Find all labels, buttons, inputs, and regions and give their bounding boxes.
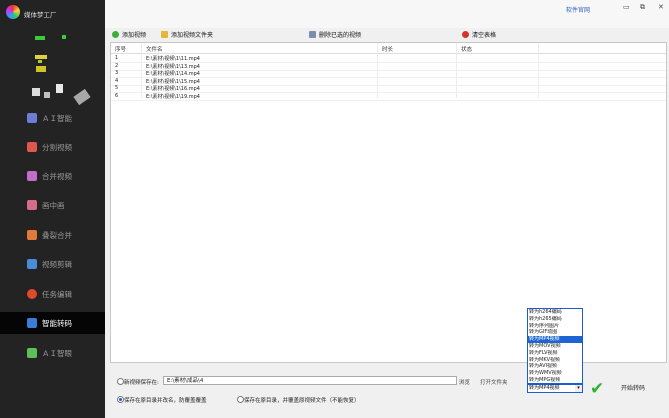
merge-icon — [27, 171, 37, 181]
sidebar-item-label: ＡＩ智眼 — [42, 348, 72, 358]
website-link[interactable]: 软件官网 — [566, 5, 590, 14]
row-index: 4 — [115, 77, 119, 84]
delete-selected-label: 删除已选的视频 — [319, 32, 362, 39]
clear-list-button[interactable]: 清空表格 — [462, 30, 496, 39]
split-icon — [27, 142, 37, 152]
sidebar-item-transcode[interactable]: 智能转码 — [0, 312, 105, 334]
save-to-label: 新视频保存在: — [124, 380, 159, 386]
open-folder-button[interactable]: 打开文件夹 — [480, 378, 508, 386]
format-option[interactable]: 转为MKV视频 — [528, 357, 582, 364]
add-icon — [112, 31, 119, 38]
format-option[interactable]: 转为FLV视频 — [528, 350, 582, 357]
format-option[interactable]: 转为WMV视频 — [528, 370, 582, 377]
sidebar-item-pip[interactable]: 画中画 — [0, 194, 105, 216]
row-index: 1 — [115, 55, 119, 61]
header-filename: 文件名 — [146, 47, 163, 53]
robot-icon — [27, 113, 37, 123]
sidebar-item-label: 视频剪辑 — [42, 259, 72, 269]
sidebar-item-ai[interactable]: ＡＩ智能 — [0, 107, 105, 129]
row-index: 3 — [115, 70, 119, 76]
format-select[interactable]: 转为MP4视频 ▾ — [527, 384, 583, 393]
add-folder-button[interactable]: 添加视频文件夹 — [161, 30, 213, 39]
folder-icon — [161, 31, 168, 38]
delete-selected-button[interactable]: 删除已选的视频 — [309, 30, 361, 39]
replace-option-label: 保存在原目录，并覆盖原视频文件（不能恢复） — [244, 398, 360, 404]
sidebar-item-label: 合并视频 — [42, 171, 72, 181]
format-dropdown-list[interactable]: 转为h264编码 转为h265编码 转为序列图片 转为GIF动图 转为MP4视频 转为MO… — [527, 308, 583, 384]
pip-icon — [27, 200, 37, 210]
minimize-icon[interactable]: ▭ — [623, 3, 630, 11]
file-table[interactable]: 序号 文件名 时长 状态 1 E:\素材\视频\1\11.mp4 2 E:\素材\视频… — [110, 42, 667, 363]
sidebar-item-edit[interactable]: 视频剪辑 — [0, 253, 105, 275]
add-video-label: 添加视频 — [122, 32, 147, 39]
format-option[interactable]: 转为AVI视频 — [528, 363, 582, 370]
rename-radio[interactable] — [117, 396, 124, 403]
chevron-down-icon: ▾ — [575, 385, 582, 392]
format-option[interactable]: 转为h265编码 — [528, 316, 582, 323]
sidebar-item-task[interactable]: 任务编辑 — [0, 283, 105, 305]
sidebar-item-label: 智能转码 — [42, 318, 72, 328]
sidebar-item-split[interactable]: 分割视频 — [0, 136, 105, 158]
header-status: 状态 — [461, 47, 473, 53]
add-video-button[interactable]: 添加视频 — [112, 30, 146, 39]
sidebar-item-eye[interactable]: ＡＩ智眼 — [0, 342, 105, 364]
replace-radio[interactable] — [237, 396, 244, 403]
browse-button[interactable]: 浏览 — [459, 378, 470, 386]
app-title: 媒体梦工厂 — [24, 11, 57, 19]
app-logo — [6, 5, 20, 19]
rename-option-label: 保存在原目录并改名，防覆盖覆盖 — [124, 398, 207, 404]
save-path-input[interactable]: E:\素材\成品\4 — [163, 376, 457, 385]
header-index: 序号 — [115, 47, 127, 53]
toolbar: 添加视频 添加视频文件夹 删除已选的视频 清空表格 — [105, 28, 669, 42]
table-row[interactable]: 6 E:\素材\视频\1\19.mp4 — [111, 92, 666, 101]
add-folder-label: 添加视频文件夹 — [171, 32, 214, 39]
row-index: 5 — [115, 85, 119, 91]
clear-list-label: 清空表格 — [472, 32, 497, 39]
eye-icon — [27, 348, 37, 358]
sidebar: 媒体梦工厂 ＡＩ智能 分割视频 合并视频 画中画 叠裂合并 视频剪辑 任务编辑 — [0, 0, 105, 418]
format-option[interactable]: 转为h264编码 — [528, 309, 582, 316]
sidebar-item-label: 叠裂合并 — [42, 230, 72, 240]
start-check-icon[interactable]: ✔ — [590, 379, 604, 399]
close-icon[interactable]: ✕ — [658, 3, 664, 11]
edit-icon — [27, 259, 37, 269]
stack-icon — [27, 230, 37, 240]
format-option[interactable]: 转为MP4视频 — [528, 336, 582, 343]
restore-icon[interactable]: ⧉ — [640, 3, 645, 12]
header-duration: 时长 — [382, 47, 394, 53]
table-header: 序号 文件名 时长 状态 — [111, 43, 666, 54]
sidebar-item-merge[interactable]: 合并视频 — [0, 165, 105, 187]
sidebar-item-label: ＡＩ智能 — [42, 113, 72, 123]
format-select-value: 转为MP4视频 — [529, 385, 560, 391]
format-option[interactable]: 转为MPG视频 — [528, 377, 582, 384]
start-transcode-button[interactable]: 开始转码 — [621, 383, 645, 392]
format-option[interactable]: 转为MOV视频 — [528, 343, 582, 350]
title-bar: 软件官网 ▭ ⧉ ✕ — [105, 0, 669, 28]
delete-icon — [309, 31, 316, 38]
task-icon — [27, 289, 37, 299]
row-index: 2 — [115, 62, 119, 69]
sidebar-item-label: 分割视频 — [42, 142, 72, 152]
clear-icon — [462, 31, 469, 38]
row-index: 6 — [115, 92, 119, 99]
sidebar-item-label: 画中画 — [42, 200, 65, 210]
row-filename: E:\素材\视频\1\19.mp4 — [146, 93, 200, 100]
format-option[interactable]: 转为序列图片 — [528, 323, 582, 330]
sidebar-item-stack[interactable]: 叠裂合并 — [0, 224, 105, 246]
transcode-icon — [27, 318, 37, 328]
save-to-radio[interactable] — [117, 378, 124, 385]
sidebar-item-label: 任务编辑 — [42, 289, 72, 299]
format-option[interactable]: 转为GIF动图 — [528, 329, 582, 336]
